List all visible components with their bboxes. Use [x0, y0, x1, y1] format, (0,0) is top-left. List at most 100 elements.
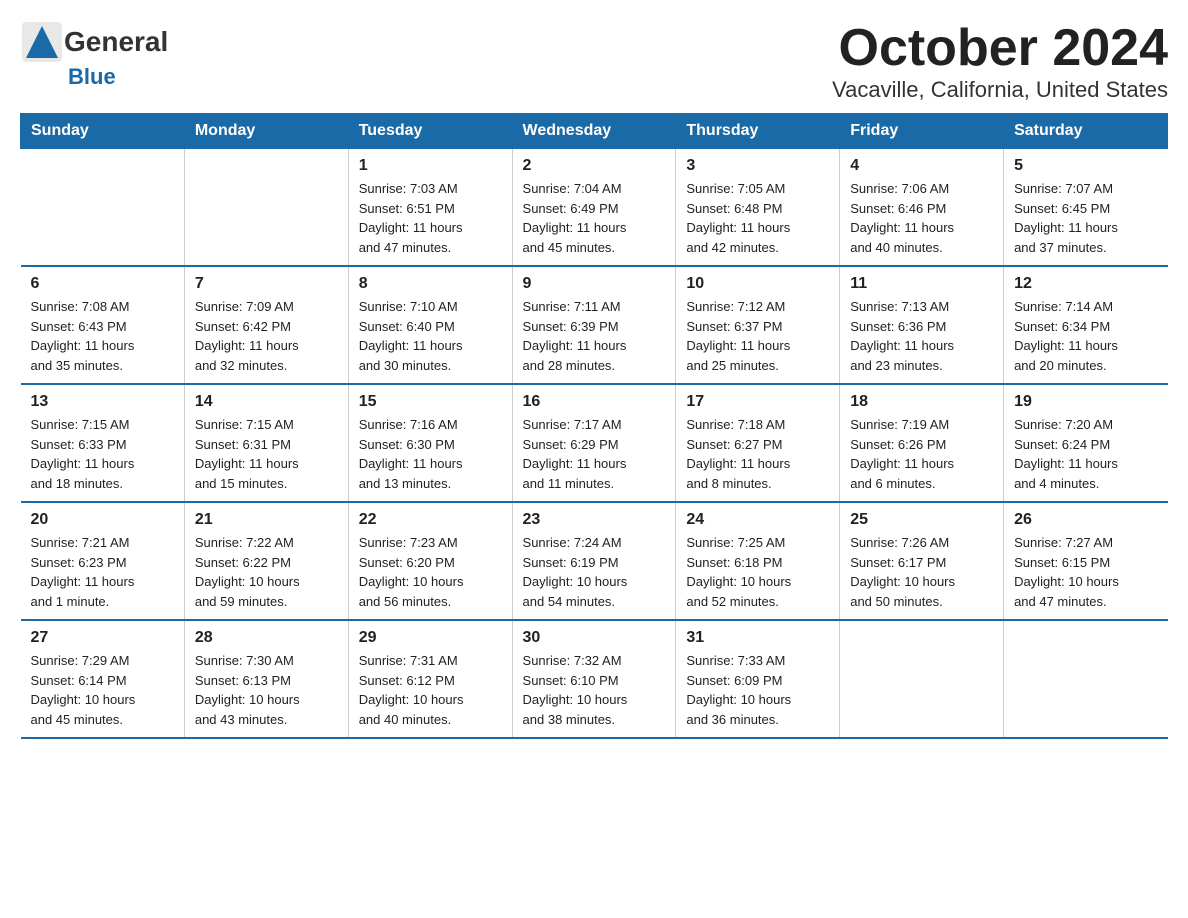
day-info: Sunrise: 7:05 AM Sunset: 6:48 PM Dayligh… — [686, 179, 829, 257]
day-info: Sunrise: 7:20 AM Sunset: 6:24 PM Dayligh… — [1014, 415, 1157, 493]
day-number: 26 — [1014, 511, 1157, 529]
day-info: Sunrise: 7:24 AM Sunset: 6:19 PM Dayligh… — [523, 533, 666, 611]
day-info: Sunrise: 7:15 AM Sunset: 6:31 PM Dayligh… — [195, 415, 338, 493]
day-info: Sunrise: 7:08 AM Sunset: 6:43 PM Dayligh… — [31, 297, 174, 375]
day-number: 20 — [31, 511, 174, 529]
day-number: 27 — [31, 629, 174, 647]
day-number: 16 — [523, 393, 666, 411]
day-info: Sunrise: 7:16 AM Sunset: 6:30 PM Dayligh… — [359, 415, 502, 493]
day-number: 2 — [523, 157, 666, 175]
header-day-saturday: Saturday — [1004, 114, 1168, 149]
header-day-friday: Friday — [840, 114, 1004, 149]
page-header: General Blue October 2024 Vacaville, Cal… — [20, 20, 1168, 103]
calendar-cell: 12 Sunrise: 7:14 AM Sunset: 6:34 PM Dayli… — [1004, 266, 1168, 384]
day-info: Sunrise: 7:14 AM Sunset: 6:34 PM Dayligh… — [1014, 297, 1157, 375]
day-number: 21 — [195, 511, 338, 529]
calendar-cell: 27 Sunrise: 7:29 AM Sunset: 6:14 PM Dayli… — [21, 620, 185, 738]
day-number: 6 — [31, 275, 174, 293]
logo-general-text: General — [64, 26, 168, 58]
day-info: Sunrise: 7:15 AM Sunset: 6:33 PM Dayligh… — [31, 415, 174, 493]
day-number: 28 — [195, 629, 338, 647]
day-info: Sunrise: 7:18 AM Sunset: 6:27 PM Dayligh… — [686, 415, 829, 493]
day-number: 12 — [1014, 275, 1157, 293]
calendar-cell: 22 Sunrise: 7:23 AM Sunset: 6:20 PM Dayli… — [348, 502, 512, 620]
calendar-cell: 7 Sunrise: 7:09 AM Sunset: 6:42 PM Daylig… — [184, 266, 348, 384]
calendar-cell: 5 Sunrise: 7:07 AM Sunset: 6:45 PM Daylig… — [1004, 149, 1168, 267]
day-number: 25 — [850, 511, 993, 529]
week-row-3: 13Sunrise: 7:15 AM Sunset: 6:33 PM Dayli… — [21, 384, 1168, 502]
day-info: Sunrise: 7:25 AM Sunset: 6:18 PM Dayligh… — [686, 533, 829, 611]
calendar-cell: 9 Sunrise: 7:11 AM Sunset: 6:39 PM Daylig… — [512, 266, 676, 384]
calendar-cell — [21, 149, 185, 267]
day-number: 22 — [359, 511, 502, 529]
header-day-tuesday: Tuesday — [348, 114, 512, 149]
week-row-5: 27 Sunrise: 7:29 AM Sunset: 6:14 PM Dayli… — [21, 620, 1168, 738]
day-number: 3 — [686, 157, 829, 175]
calendar-cell: 23Sunrise: 7:24 AM Sunset: 6:19 PM Dayli… — [512, 502, 676, 620]
calendar-cell: 8Sunrise: 7:10 AM Sunset: 6:40 PM Daylig… — [348, 266, 512, 384]
calendar-cell: 11Sunrise: 7:13 AM Sunset: 6:36 PM Dayli… — [840, 266, 1004, 384]
day-number: 15 — [359, 393, 502, 411]
calendar-cell: 20Sunrise: 7:21 AM Sunset: 6:23 PM Dayli… — [21, 502, 185, 620]
day-info: Sunrise: 7:31 AM Sunset: 6:12 PM Dayligh… — [359, 651, 502, 729]
day-number: 31 — [686, 629, 829, 647]
day-number: 8 — [359, 275, 502, 293]
header-row: SundayMondayTuesdayWednesdayThursdayFrid… — [21, 114, 1168, 149]
header-day-thursday: Thursday — [676, 114, 840, 149]
week-row-1: 1Sunrise: 7:03 AM Sunset: 6:51 PM Daylig… — [21, 149, 1168, 267]
day-info: Sunrise: 7:07 AM Sunset: 6:45 PM Dayligh… — [1014, 179, 1157, 257]
day-number: 4 — [850, 157, 993, 175]
calendar-cell: 29Sunrise: 7:31 AM Sunset: 6:12 PM Dayli… — [348, 620, 512, 738]
day-info: Sunrise: 7:17 AM Sunset: 6:29 PM Dayligh… — [523, 415, 666, 493]
day-info: Sunrise: 7:06 AM Sunset: 6:46 PM Dayligh… — [850, 179, 993, 257]
week-row-4: 20Sunrise: 7:21 AM Sunset: 6:23 PM Dayli… — [21, 502, 1168, 620]
logo-icon — [20, 20, 64, 64]
calendar-cell: 19 Sunrise: 7:20 AM Sunset: 6:24 PM Dayli… — [1004, 384, 1168, 502]
day-info: Sunrise: 7:04 AM Sunset: 6:49 PM Dayligh… — [523, 179, 666, 257]
calendar-cell: 25 Sunrise: 7:26 AM Sunset: 6:17 PM Dayli… — [840, 502, 1004, 620]
day-number: 19 — [1014, 393, 1157, 411]
day-info: Sunrise: 7:23 AM Sunset: 6:20 PM Dayligh… — [359, 533, 502, 611]
calendar-cell: 14Sunrise: 7:15 AM Sunset: 6:31 PM Dayli… — [184, 384, 348, 502]
calendar-cell: 6 Sunrise: 7:08 AM Sunset: 6:43 PM Daylig… — [21, 266, 185, 384]
calendar-cell: 2 Sunrise: 7:04 AM Sunset: 6:49 PM Daylig… — [512, 149, 676, 267]
day-info: Sunrise: 7:29 AM Sunset: 6:14 PM Dayligh… — [31, 651, 174, 729]
title-block: October 2024 Vacaville, California, Unit… — [832, 20, 1168, 103]
day-number: 18 — [850, 393, 993, 411]
day-number: 9 — [523, 275, 666, 293]
calendar-cell: 4 Sunrise: 7:06 AM Sunset: 6:46 PM Daylig… — [840, 149, 1004, 267]
calendar-cell: 3 Sunrise: 7:05 AM Sunset: 6:48 PM Daylig… — [676, 149, 840, 267]
day-info: Sunrise: 7:09 AM Sunset: 6:42 PM Dayligh… — [195, 297, 338, 375]
calendar-cell: 28Sunrise: 7:30 AM Sunset: 6:13 PM Dayli… — [184, 620, 348, 738]
day-number: 10 — [686, 275, 829, 293]
day-number: 17 — [686, 393, 829, 411]
calendar-cell: 30 Sunrise: 7:32 AM Sunset: 6:10 PM Dayli… — [512, 620, 676, 738]
day-info: Sunrise: 7:11 AM Sunset: 6:39 PM Dayligh… — [523, 297, 666, 375]
calendar-cell: 1Sunrise: 7:03 AM Sunset: 6:51 PM Daylig… — [348, 149, 512, 267]
calendar-cell: 13Sunrise: 7:15 AM Sunset: 6:33 PM Dayli… — [21, 384, 185, 502]
day-number: 30 — [523, 629, 666, 647]
header-day-wednesday: Wednesday — [512, 114, 676, 149]
logo: General Blue — [20, 20, 168, 90]
calendar-cell: 24 Sunrise: 7:25 AM Sunset: 6:18 PM Dayli… — [676, 502, 840, 620]
calendar-cell: 16 Sunrise: 7:17 AM Sunset: 6:29 PM Dayli… — [512, 384, 676, 502]
day-number: 24 — [686, 511, 829, 529]
day-info: Sunrise: 7:19 AM Sunset: 6:26 PM Dayligh… — [850, 415, 993, 493]
calendar-cell: 10Sunrise: 7:12 AM Sunset: 6:37 PM Dayli… — [676, 266, 840, 384]
calendar-cell — [840, 620, 1004, 738]
day-info: Sunrise: 7:22 AM Sunset: 6:22 PM Dayligh… — [195, 533, 338, 611]
day-info: Sunrise: 7:33 AM Sunset: 6:09 PM Dayligh… — [686, 651, 829, 729]
page-title: October 2024 — [832, 20, 1168, 77]
page-subtitle: Vacaville, California, United States — [832, 77, 1168, 103]
calendar-cell — [184, 149, 348, 267]
day-number: 5 — [1014, 157, 1157, 175]
logo-blue-text: Blue — [68, 64, 116, 90]
day-number: 7 — [195, 275, 338, 293]
day-info: Sunrise: 7:26 AM Sunset: 6:17 PM Dayligh… — [850, 533, 993, 611]
header-day-sunday: Sunday — [21, 114, 185, 149]
day-number: 1 — [359, 157, 502, 175]
calendar-header: SundayMondayTuesdayWednesdayThursdayFrid… — [21, 114, 1168, 149]
day-info: Sunrise: 7:32 AM Sunset: 6:10 PM Dayligh… — [523, 651, 666, 729]
calendar-body: 1Sunrise: 7:03 AM Sunset: 6:51 PM Daylig… — [21, 149, 1168, 739]
day-number: 11 — [850, 275, 993, 293]
